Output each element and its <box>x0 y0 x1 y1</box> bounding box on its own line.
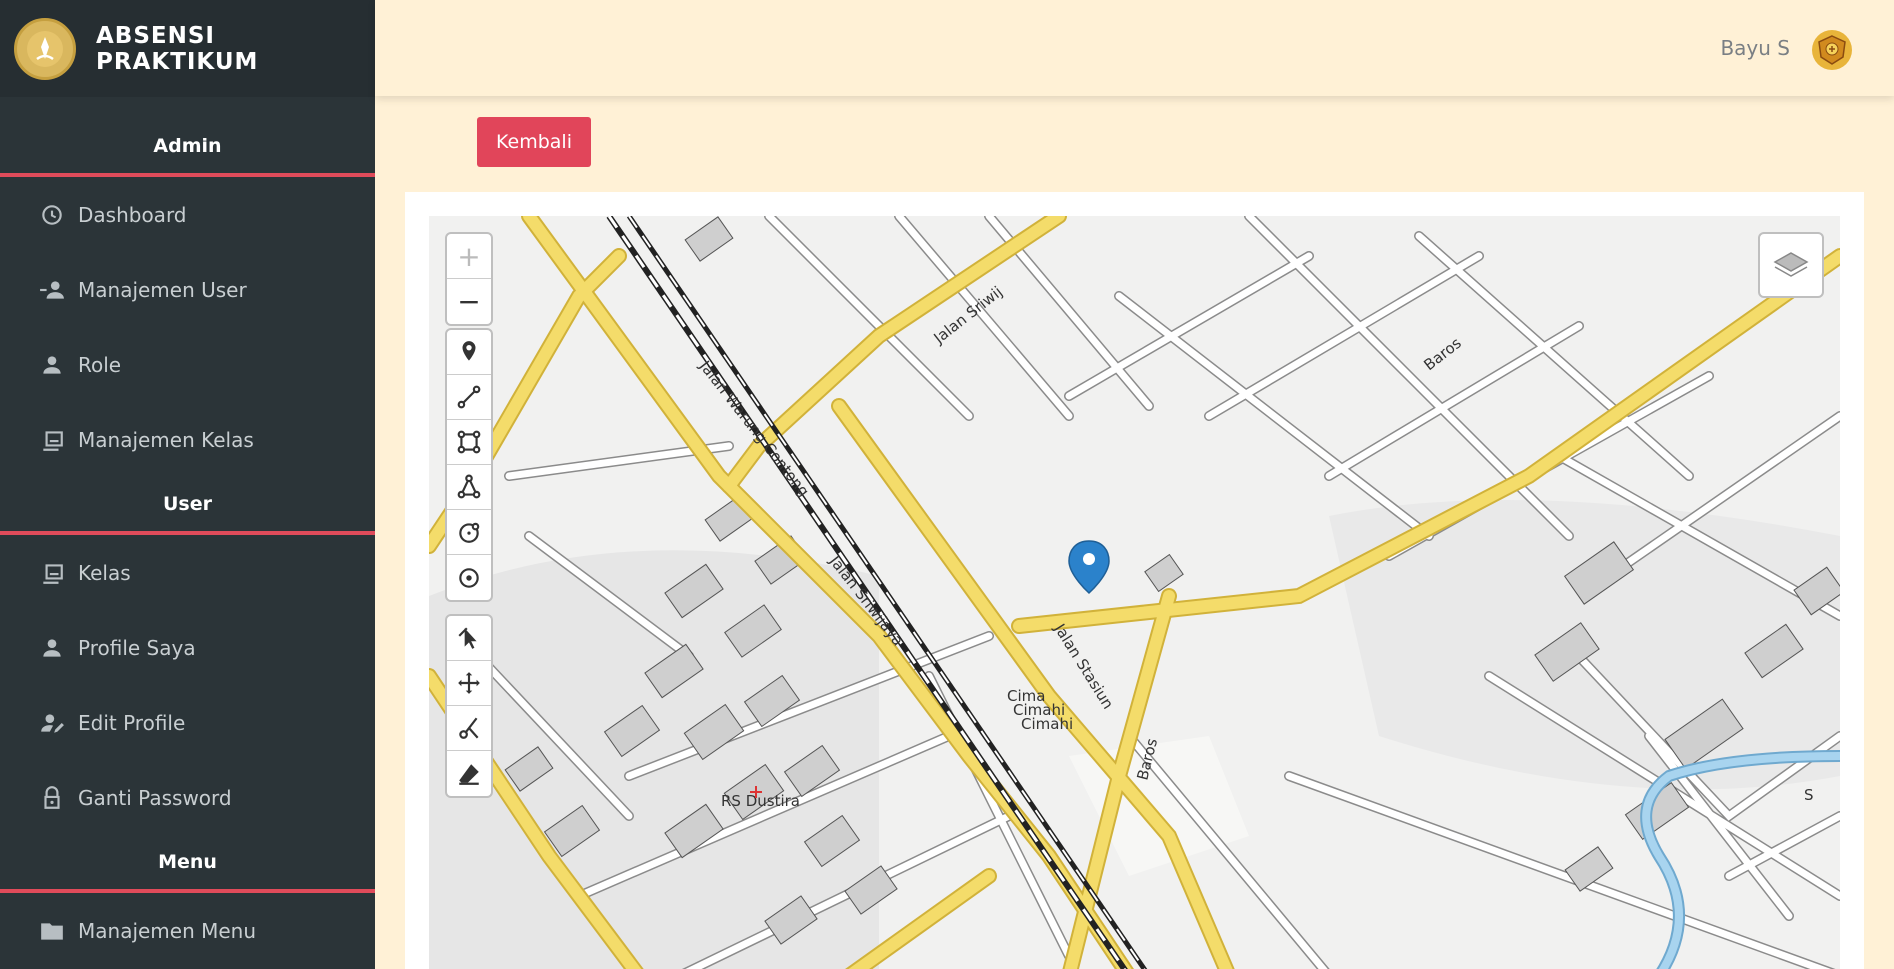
layers-icon <box>1773 252 1809 277</box>
marker-icon <box>462 341 476 361</box>
sidebar-item-label: Role <box>78 352 122 377</box>
avatar[interactable] <box>1812 30 1852 70</box>
class-icon <box>38 426 66 454</box>
sidebar-item-label: Ganti Password <box>78 785 232 810</box>
topbar: Bayu S <box>375 0 1894 96</box>
sidebar-item-label: Manajemen Menu <box>78 918 257 943</box>
sidebar-item-label: Dashboard <box>78 202 187 227</box>
sidebar-item-manajemen-menu[interactable]: Manajemen Menu <box>0 893 375 968</box>
university-emblem-icon <box>1818 35 1846 65</box>
circle-icon <box>459 522 480 543</box>
user-name[interactable]: Bayu S <box>1720 36 1790 60</box>
person-icon <box>38 351 66 379</box>
brand-line-1: ABSENSI <box>96 22 215 49</box>
draw-polygon-button[interactable] <box>447 465 491 510</box>
map-tiles[interactable]: Jalan Sriwij Jalan Warung Contong Jalan … <box>429 216 1840 969</box>
edit-toolbar <box>445 614 493 798</box>
polyline-icon <box>457 385 481 409</box>
sidebar-item-label: Manajemen Kelas <box>78 427 254 452</box>
drag-icon <box>458 672 480 694</box>
brand[interactable]: ABSENSI PRAKTIKUM <box>0 0 375 97</box>
class-icon <box>38 559 66 587</box>
draw-rectangle-button[interactable] <box>447 420 491 465</box>
sidebar-item-label: Kelas <box>78 560 131 585</box>
edit-mode-button[interactable] <box>447 616 491 661</box>
sidebar-item-kelas[interactable]: Kelas <box>0 535 375 610</box>
cut-icon <box>459 717 479 739</box>
zoom-control: + − <box>445 232 493 326</box>
draw-circle-marker-button[interactable] <box>447 555 491 600</box>
university-logo <box>14 17 76 80</box>
sidebar-item-label: Manajemen User <box>78 277 247 302</box>
sidebar-item-role[interactable]: Role <box>0 327 375 402</box>
users-icon <box>38 276 66 304</box>
edit-icon <box>458 627 477 649</box>
draw-circle-button[interactable] <box>447 510 491 555</box>
sidebar: ABSENSI PRAKTIKUM Admin Dashboard Manaje… <box>0 0 375 969</box>
draw-marker-button[interactable] <box>447 330 491 375</box>
cut-mode-button[interactable] <box>447 706 491 751</box>
circle-marker-icon <box>459 567 479 588</box>
back-button[interactable]: Kembali <box>477 117 591 167</box>
folder-icon <box>38 917 66 945</box>
map-label: S <box>1804 786 1814 804</box>
person-icon <box>38 634 66 662</box>
zoom-in-button[interactable]: + <box>447 234 491 279</box>
section-user: User <box>0 477 375 535</box>
rectangle-icon <box>457 430 481 454</box>
map-card: Jalan Sriwij Jalan Warung Contong Jalan … <box>405 192 1864 969</box>
minus-icon: − <box>457 285 481 318</box>
lock-icon <box>38 784 66 812</box>
map-view[interactable]: Jalan Sriwij Jalan Warung Contong Jalan … <box>429 216 1840 969</box>
sidebar-item-manajemen-user[interactable]: Manajemen User <box>0 252 375 327</box>
section-menu: Menu <box>0 835 375 893</box>
plus-icon: + <box>457 239 481 273</box>
sidebar-item-edit-profile[interactable]: Edit Profile <box>0 685 375 760</box>
polygon-icon <box>457 474 481 499</box>
poi-label: RS Dustira <box>721 792 800 810</box>
brand-title: ABSENSI PRAKTIKUM <box>96 23 258 75</box>
sidebar-item-manajemen-kelas[interactable]: Manajemen Kelas <box>0 402 375 477</box>
section-admin: Admin <box>0 119 375 177</box>
sidebar-item-label: Edit Profile <box>78 710 186 735</box>
layers-control-button[interactable] <box>1758 232 1824 298</box>
eraser-icon <box>459 763 479 785</box>
edit-user-icon <box>38 709 66 737</box>
brand-line-2: PRAKTIKUM <box>96 48 259 75</box>
drag-mode-button[interactable] <box>447 661 491 706</box>
zoom-out-button[interactable]: − <box>447 279 491 324</box>
sidebar-item-label: Profile Saya <box>78 635 196 660</box>
draw-toolbar <box>445 328 493 602</box>
dashboard-icon <box>38 201 66 229</box>
sidebar-item-ganti-password[interactable]: Ganti Password <box>0 760 375 835</box>
sidebar-item-dashboard[interactable]: Dashboard <box>0 177 375 252</box>
remove-mode-button[interactable] <box>447 751 491 796</box>
poi-label: Cimahi <box>1021 715 1073 733</box>
sidebar-item-profile-saya[interactable]: Profile Saya <box>0 610 375 685</box>
draw-polyline-button[interactable] <box>447 375 491 420</box>
